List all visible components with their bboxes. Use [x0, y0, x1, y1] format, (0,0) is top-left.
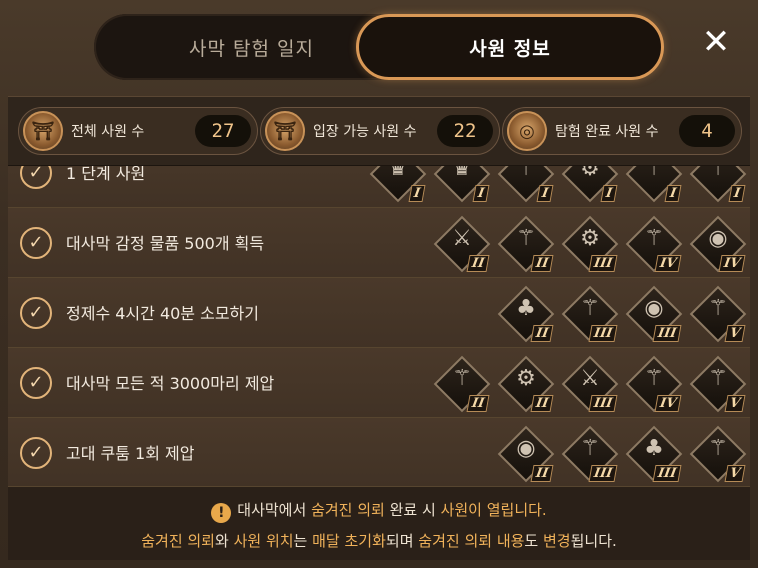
stat-label: 전체 사원 수 — [71, 124, 145, 140]
condition-text: 1 단계 사원 — [66, 166, 146, 183]
rank-icon[interactable]: ⚔ II — [433, 215, 491, 273]
rank-icon[interactable]: ⚚ IV — [625, 215, 683, 273]
check-icon: ✓ — [20, 367, 52, 399]
condition-text: 고대 쿠툼 1회 제압 — [66, 444, 195, 463]
condition-text: 대사막 감정 물품 500개 획득 — [66, 234, 265, 253]
rank-icon[interactable]: ◉ II — [497, 425, 555, 483]
list-item: ✓ 대사막 감정 물품 500개 획득 ⚔ II ⚚ II ⚙ III ⚚ IV ◉ IV — [8, 208, 750, 278]
stat-value: 22 — [437, 115, 493, 147]
tab-bar: 사막 탐험 일지 사원 정보 — [94, 14, 664, 80]
rank-icons: ⚚ II ⚙ II ⚔ III ⚚ IV ⚚ V — [426, 355, 747, 413]
rank-icon[interactable]: ⚚ V — [689, 425, 747, 483]
rank-icon[interactable]: ⚚ I — [689, 166, 747, 203]
rank-icon[interactable]: ♣ III — [625, 425, 683, 483]
notice-line-1: ! 대사막에서 숨겨진 의뢰 완료 시 사원이 열립니다. — [8, 499, 750, 523]
rank-icon[interactable]: ⚚ IV — [625, 355, 683, 413]
check-icon: ✓ — [20, 227, 52, 259]
condition-text: 대사막 모든 적 3000마리 제압 — [66, 374, 275, 393]
rank-icon[interactable]: ⚚ III — [561, 425, 619, 483]
rank-icons: ♛ I ♛ I ⚚ I ⚙ I ⚚ I ⚚ I — [362, 166, 747, 203]
rank-icon[interactable]: ◉ IV — [689, 215, 747, 273]
check-icon: ✓ — [20, 297, 52, 329]
list-item: ✓ 고대 쿠툼 1회 제압 ◉ II ⚚ III ♣ III ⚚ V — [8, 418, 750, 486]
stat-value: 27 — [195, 115, 251, 147]
rank-icons: ◉ II ⚚ III ♣ III ⚚ V — [490, 425, 747, 483]
stat-value: 4 — [679, 115, 735, 147]
warning-icon: ! — [211, 503, 232, 523]
temple-emblem-icon: ⛩ — [265, 111, 305, 151]
condition-text: 정제수 4시간 40분 소모하기 — [66, 304, 259, 323]
temple-condition-list[interactable]: ✓ 1 단계 사원 ♛ I ♛ I ⚚ I ⚙ I ⚚ I ⚚ I ✓ 대사막 감정 물품 … — [8, 166, 750, 486]
rank-icon[interactable]: ⚚ II — [433, 355, 491, 413]
check-icon: ✓ — [20, 437, 52, 469]
rank-icon[interactable]: ⚔ III — [561, 355, 619, 413]
stats-bar: ⛩ 전체 사원 수 27 ⛩ 입장 가능 사원 수 22 ◎ 탐험 완료 사원 … — [8, 96, 750, 166]
rank-icon[interactable]: ⚚ V — [689, 285, 747, 343]
check-icon: ✓ — [20, 166, 52, 189]
notice-line-2: 숨겨진 의뢰와 사원 위치는 매달 초기화되며 숨겨진 의뢰 내용도 변경됩니다… — [141, 532, 617, 550]
rank-icon[interactable]: ⚚ V — [689, 355, 747, 413]
stat-completed-temples: ◎ 탐험 완료 사원 수 4 — [502, 107, 742, 155]
compass-emblem-icon: ◎ — [507, 111, 547, 151]
stat-label: 입장 가능 사원 수 — [313, 124, 417, 140]
rank-icon[interactable]: ⚙ I — [561, 166, 619, 203]
rank-icons: ♣ II ⚚ III ◉ III ⚚ V — [490, 285, 747, 343]
stat-label: 탐험 완료 사원 수 — [555, 124, 659, 140]
stat-enterable-temples: ⛩ 입장 가능 사원 수 22 — [260, 107, 500, 155]
close-icon[interactable]: ✕ — [700, 25, 732, 59]
rank-icon[interactable]: ♣ II — [497, 285, 555, 343]
list-item: ✓ 대사막 모든 적 3000마리 제압 ⚚ II ⚙ II ⚔ III ⚚ IV ⚚ V — [8, 348, 750, 418]
rank-icon[interactable]: ⚙ III — [561, 215, 619, 273]
rank-icon[interactable]: ⚙ II — [497, 355, 555, 413]
list-item: ✓ 정제수 4시간 40분 소모하기 ♣ II ⚚ III ◉ III ⚚ V — [8, 278, 750, 348]
rank-icon[interactable]: ♛ I — [369, 166, 427, 203]
rank-icons: ⚔ II ⚚ II ⚙ III ⚚ IV ◉ IV — [426, 215, 747, 273]
rank-icon[interactable]: ⚚ III — [561, 285, 619, 343]
temple-emblem-icon: ⛩ — [23, 111, 63, 151]
notice-footer: ! 대사막에서 숨겨진 의뢰 완료 시 사원이 열립니다. 숨겨진 의뢰와 사원 … — [8, 486, 750, 560]
tab-temple-info[interactable]: 사원 정보 — [356, 14, 664, 80]
list-item: ✓ 1 단계 사원 ♛ I ♛ I ⚚ I ⚙ I ⚚ I ⚚ I — [8, 166, 750, 208]
rank-icon[interactable]: ⚚ I — [625, 166, 683, 203]
rank-icon[interactable]: ◉ III — [625, 285, 683, 343]
rank-icon[interactable]: ⚚ I — [497, 166, 555, 203]
rank-icon[interactable]: ⚚ II — [497, 215, 555, 273]
temple-info-window: 사막 탐험 일지 사원 정보 ✕ ⛩ 전체 사원 수 27 ⛩ 입장 가능 사원… — [0, 0, 758, 568]
rank-icon[interactable]: ♛ I — [433, 166, 491, 203]
stat-total-temples: ⛩ 전체 사원 수 27 — [18, 107, 258, 155]
